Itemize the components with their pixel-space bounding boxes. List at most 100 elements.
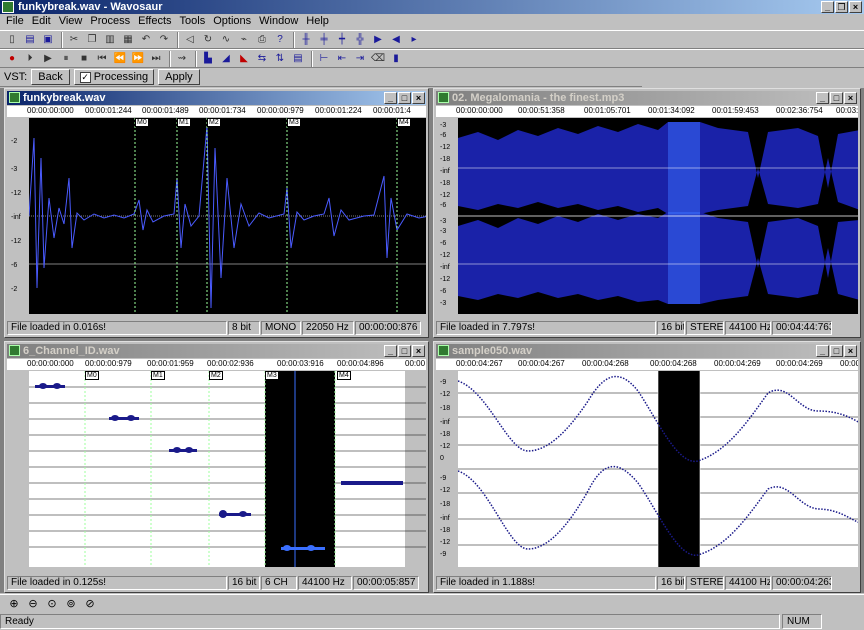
gain-icon[interactable]: ▤	[290, 51, 306, 67]
menu-effects[interactable]: Effects	[134, 14, 175, 29]
marker-prev-icon[interactable]: ┿	[334, 32, 350, 48]
marker-label[interactable]: M2	[207, 118, 221, 127]
marker-label[interactable]: M4	[397, 118, 411, 127]
child-close-button[interactable]: ×	[844, 92, 857, 104]
help-icon[interactable]: ?	[272, 32, 288, 48]
wave-window-megalomania[interactable]: 02. Megalomania - the finest.mp3 _ □ × 0…	[433, 88, 861, 338]
time-ruler[interactable]: 00:00:00:000 00:00:51:358 00:01:05:701 0…	[436, 106, 858, 117]
normalize-icon[interactable]: ▙	[200, 51, 216, 67]
play-loop-icon[interactable]: ⏵	[22, 51, 38, 67]
marker-label[interactable]: M4	[337, 371, 351, 380]
marker-label[interactable]: M2	[209, 371, 223, 380]
child-maximize-button[interactable]: □	[398, 92, 411, 104]
menu-view[interactable]: View	[55, 14, 87, 29]
menu-options[interactable]: Options	[209, 14, 255, 29]
undo-icon[interactable]: ↶	[138, 32, 154, 48]
marker-icon[interactable]: ╫	[298, 32, 314, 48]
vst-back-button[interactable]: Back	[31, 69, 70, 85]
waveform-view[interactable]: -9 -12 -18 -inf -18 -12 0 -9 -12 -18 -in…	[436, 371, 858, 567]
menu-file[interactable]: File	[2, 14, 28, 29]
loop-icon[interactable]: ↻	[200, 32, 216, 48]
child-close-button[interactable]: ×	[412, 92, 425, 104]
zoom-all-icon[interactable]: ⊚	[63, 597, 79, 611]
restore-button[interactable]: ❐	[835, 1, 848, 13]
time-ruler[interactable]: 00:00:04:267 00:00:04:267 00:00:04:268 0…	[436, 359, 858, 370]
vst-apply-button[interactable]: Apply	[158, 69, 200, 85]
wave-window-title[interactable]: sample050.wav _ □ ×	[436, 344, 858, 358]
menu-help[interactable]: Help	[302, 14, 333, 29]
region-prev-icon[interactable]: ◀	[388, 32, 404, 48]
marker-label[interactable]: M1	[177, 118, 191, 127]
child-minimize-button[interactable]: _	[384, 345, 397, 357]
rewind-icon[interactable]: ⏪	[112, 51, 128, 67]
new-file-icon[interactable]: ▯	[4, 32, 20, 48]
process-icon[interactable]: ⌁	[236, 32, 252, 48]
stop-icon[interactable]: ■	[76, 51, 92, 67]
paste-mix-icon[interactable]: ▦	[120, 32, 136, 48]
follow-icon[interactable]: ⇝	[174, 51, 190, 67]
wave-window-title[interactable]: funkybreak.wav _ □ ×	[7, 91, 426, 105]
wave-window-title[interactable]: 6_Channel_ID.wav _ □ ×	[7, 344, 426, 358]
record-icon[interactable]: ●	[4, 51, 20, 67]
zoom-in-icon[interactable]: ⊕	[6, 597, 22, 611]
child-minimize-button[interactable]: _	[384, 92, 397, 104]
child-close-button[interactable]: ×	[844, 345, 857, 357]
child-maximize-button[interactable]: □	[830, 345, 843, 357]
open-folder-icon[interactable]: ▤	[22, 32, 38, 48]
silence-icon[interactable]: ∿	[218, 32, 234, 48]
forward-end-icon[interactable]: ⏭	[148, 51, 164, 67]
time-ruler[interactable]: 00:00:00:000 00:00:01:244 00:00:01:489 0…	[7, 106, 426, 117]
select-all-icon[interactable]: ⊢	[316, 51, 332, 67]
wave-window-6-channel[interactable]: 6_Channel_ID.wav _ □ × 00:00:00:000 00:0…	[4, 341, 429, 593]
region-next-icon[interactable]: ▶	[370, 32, 386, 48]
pause-icon[interactable]: ⏸	[58, 51, 74, 67]
waveform-view[interactable]: -3 -6 -12 -18 -inf -18 -12 -6 -3 -3 -6 -…	[436, 118, 858, 314]
fade-in-icon[interactable]: ◢	[218, 51, 234, 67]
processing-checkbox[interactable]: ✓ Processing	[73, 69, 155, 85]
redo-icon[interactable]: ↷	[156, 32, 172, 48]
forward-icon[interactable]: ⏩	[130, 51, 146, 67]
play-region-icon[interactable]: ▸	[406, 32, 422, 48]
cut-icon[interactable]: ✂	[66, 32, 82, 48]
fade-out-icon[interactable]: ◣	[236, 51, 252, 67]
zoom-selection-icon[interactable]: ⊙	[44, 597, 60, 611]
menu-process[interactable]: Process	[86, 14, 134, 29]
child-minimize-button[interactable]: _	[816, 345, 829, 357]
marker-label[interactable]: M0	[85, 371, 99, 380]
waveform-view[interactable]: -2 -3 -12 -inf -12 -6 -2 M0 M1 M2 M3 M4	[7, 118, 426, 314]
delete-icon[interactable]: ⌫	[370, 51, 386, 67]
paste-icon[interactable]: ▥	[102, 32, 118, 48]
app-title-bar[interactable]: funkybreak.wav - Wavosaur _ ❐ ×	[0, 0, 864, 14]
play-icon[interactable]: ▶	[40, 51, 56, 67]
crop-icon[interactable]: ▮	[388, 51, 404, 67]
child-maximize-button[interactable]: □	[830, 92, 843, 104]
zoom-vertical-icon[interactable]: ⊘	[82, 597, 98, 611]
marker-label[interactable]: M3	[287, 118, 301, 127]
close-button[interactable]: ×	[849, 1, 862, 13]
child-minimize-button[interactable]: _	[816, 92, 829, 104]
wave-window-title[interactable]: 02. Megalomania - the finest.mp3 _ □ ×	[436, 91, 858, 105]
menu-window[interactable]: Window	[255, 14, 302, 29]
zoom-out-icon[interactable]: ⊖	[25, 597, 41, 611]
reverse-icon[interactable]: ⇆	[254, 51, 270, 67]
rewind-start-icon[interactable]: ⏮	[94, 51, 110, 67]
select-right-icon[interactable]: ⇥	[352, 51, 368, 67]
print-icon[interactable]: ⎙	[254, 32, 270, 48]
marker-label[interactable]: M0	[135, 118, 149, 127]
region-icon[interactable]: ╬	[352, 32, 368, 48]
child-maximize-button[interactable]: □	[398, 345, 411, 357]
copy-icon[interactable]: ❐	[84, 32, 100, 48]
trim-icon[interactable]: ◁	[182, 32, 198, 48]
minimize-button[interactable]: _	[821, 1, 834, 13]
waveform-view[interactable]: M0 M1 M2 M3 M4	[7, 371, 426, 567]
marker-label[interactable]: M3	[265, 371, 279, 380]
child-close-button[interactable]: ×	[412, 345, 425, 357]
time-ruler[interactable]: 00:00:00:000 00:00:00:979 00:00:01:959 0…	[7, 359, 426, 370]
wave-window-funkybreak[interactable]: funkybreak.wav _ □ × 00:00:00:000 00:00:…	[4, 88, 429, 338]
save-icon[interactable]: ▣	[40, 32, 56, 48]
invert-icon[interactable]: ⇅	[272, 51, 288, 67]
select-left-icon[interactable]: ⇤	[334, 51, 350, 67]
marker-next-icon[interactable]: ╪	[316, 32, 332, 48]
menu-tools[interactable]: Tools	[176, 14, 210, 29]
menu-edit[interactable]: Edit	[28, 14, 55, 29]
